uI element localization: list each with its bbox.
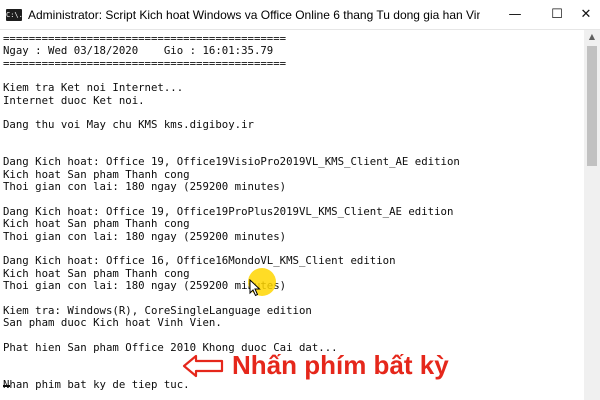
console-line: San pham duoc Kich hoat Vinh Vien. bbox=[3, 315, 222, 329]
console-line: Dang Kich hoat: Office 16, Office16Mondo… bbox=[3, 254, 396, 268]
console-line: Ngay : Wed 03/18/2020 Gio : 16:01:35.79 bbox=[3, 44, 274, 58]
console-line: Internet duoc Ket noi. bbox=[3, 93, 145, 107]
close-button[interactable]: ✕ bbox=[572, 0, 600, 29]
console-line: Thoi gian con lai: 180 ngay (259200 minu… bbox=[3, 278, 287, 292]
vertical-scrollbar[interactable]: ▲ bbox=[584, 30, 600, 400]
console-line: ========================================… bbox=[3, 56, 287, 70]
minimize-button[interactable]: — bbox=[494, 0, 536, 29]
console-line: Thoi gian con lai: 180 ngay (259200 minu… bbox=[3, 180, 287, 194]
text-cursor bbox=[3, 385, 10, 387]
console-line: Kich hoat San pham Thanh cong bbox=[3, 217, 190, 231]
console-line: Kiem tra Ket noi Internet... bbox=[3, 81, 184, 95]
window-title: Administrator: Script Kich hoat Windows … bbox=[28, 7, 480, 22]
console-line: Thoi gian con lai: 180 ngay (259200 minu… bbox=[3, 229, 287, 243]
annotation-text: Nhấn phím bất kỳ bbox=[232, 350, 449, 380]
mouse-pointer-icon bbox=[249, 279, 261, 297]
left-arrow-icon bbox=[182, 354, 224, 377]
console-output[interactable]: ========================================… bbox=[0, 30, 583, 400]
annotation-callout: Nhấn phím bất kỳ bbox=[182, 350, 449, 381]
title-bar[interactable]: C:\. Administrator: Script Kich hoat Win… bbox=[0, 0, 600, 30]
console-lines: ========================================… bbox=[0, 30, 583, 391]
console-line: Dang Kich hoat: Office 19, Office19Visio… bbox=[3, 155, 460, 169]
scrollbar-thumb[interactable] bbox=[587, 46, 597, 166]
console-line: Dang thu voi May chu KMS kms.digiboy.ir bbox=[3, 118, 254, 132]
scroll-up-arrow-icon[interactable]: ▲ bbox=[584, 30, 600, 44]
cmd-icon: C:\. bbox=[6, 8, 23, 21]
